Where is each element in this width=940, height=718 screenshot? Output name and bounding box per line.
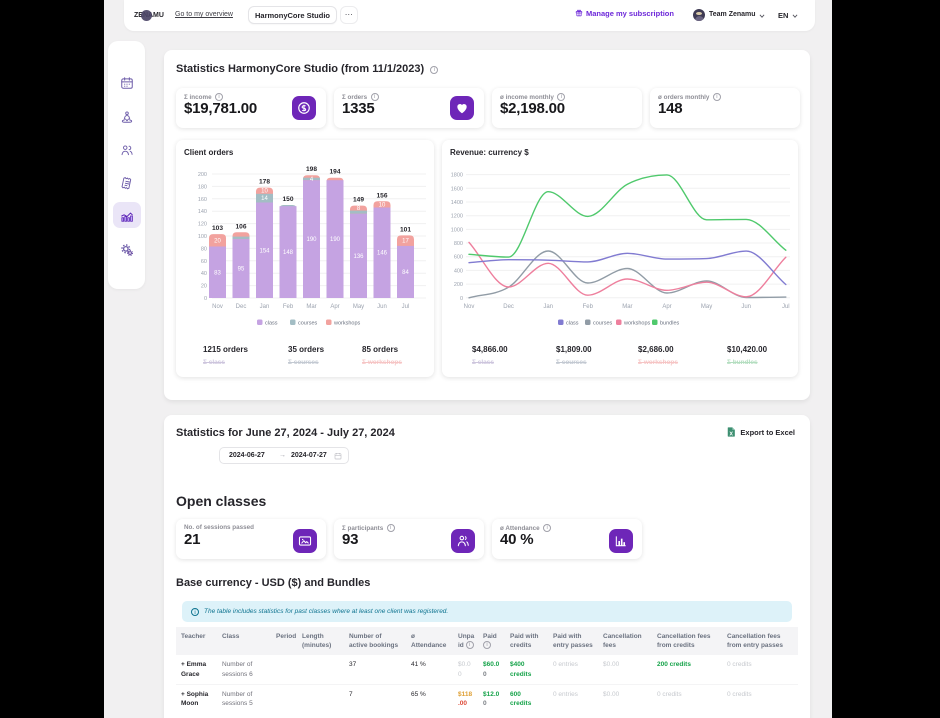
svg-text:198: 198	[306, 166, 317, 173]
svg-text:17: 17	[402, 239, 409, 245]
svg-text:Dec: Dec	[236, 304, 247, 310]
svg-text:1600: 1600	[451, 186, 463, 192]
svg-text:14: 14	[261, 196, 268, 202]
svg-text:156: 156	[376, 192, 387, 199]
svg-text:150: 150	[282, 196, 293, 203]
svg-text:0: 0	[460, 296, 463, 302]
svg-text:May: May	[353, 304, 364, 310]
svg-text:Nov: Nov	[464, 304, 475, 310]
svg-text:Apr: Apr	[330, 304, 339, 310]
svg-text:10: 10	[261, 189, 268, 195]
svg-text:60: 60	[201, 259, 207, 265]
svg-text:Feb: Feb	[283, 304, 294, 310]
svg-text:194: 194	[329, 169, 340, 176]
svg-text:Apr: Apr	[662, 304, 671, 310]
svg-text:95: 95	[238, 267, 245, 273]
svg-text:May: May	[701, 304, 712, 310]
svg-text:160: 160	[198, 197, 207, 203]
svg-text:100: 100	[198, 234, 207, 240]
svg-text:190: 190	[306, 237, 317, 243]
svg-text:Dec: Dec	[503, 304, 514, 310]
svg-text:200: 200	[454, 282, 463, 288]
svg-text:1000: 1000	[451, 227, 463, 233]
svg-text:101: 101	[400, 226, 411, 233]
svg-text:20: 20	[214, 238, 221, 244]
svg-text:80: 80	[201, 246, 207, 252]
svg-text:136: 136	[353, 254, 364, 260]
svg-text:class: class	[265, 321, 278, 327]
svg-text:Nov: Nov	[212, 304, 223, 310]
svg-text:200: 200	[198, 172, 207, 178]
svg-text:class: class	[566, 321, 579, 327]
svg-text:40: 40	[201, 271, 207, 277]
svg-text:103: 103	[212, 225, 223, 232]
svg-text:1200: 1200	[451, 214, 463, 220]
svg-text:0: 0	[204, 296, 207, 302]
svg-text:190: 190	[330, 237, 341, 243]
svg-text:600: 600	[454, 255, 463, 261]
svg-text:Feb: Feb	[583, 304, 594, 310]
svg-text:10: 10	[379, 202, 386, 208]
svg-text:bundles: bundles	[660, 321, 680, 327]
svg-text:Jan: Jan	[543, 304, 553, 310]
svg-text:178: 178	[259, 179, 270, 186]
svg-text:workshops: workshops	[333, 321, 361, 327]
svg-text:1400: 1400	[451, 200, 463, 206]
svg-text:courses: courses	[593, 321, 613, 327]
svg-text:Jun: Jun	[741, 304, 751, 310]
svg-text:180: 180	[198, 184, 207, 190]
svg-text:Jul: Jul	[782, 304, 790, 310]
svg-text:120: 120	[198, 222, 207, 228]
svg-text:154: 154	[259, 248, 270, 254]
svg-text:140: 140	[198, 209, 207, 215]
svg-text:146: 146	[377, 251, 388, 257]
svg-text:149: 149	[353, 197, 364, 204]
svg-text:Jan: Jan	[260, 304, 270, 310]
svg-text:20: 20	[201, 284, 207, 290]
svg-text:1800: 1800	[451, 173, 463, 179]
svg-text:106: 106	[235, 223, 246, 230]
svg-text:Jun: Jun	[377, 304, 387, 310]
svg-text:Mar: Mar	[306, 304, 316, 310]
svg-text:courses: courses	[298, 321, 318, 327]
svg-text:400: 400	[454, 268, 463, 274]
svg-text:148: 148	[283, 250, 294, 256]
svg-text:83: 83	[214, 270, 221, 276]
svg-text:Mar: Mar	[622, 304, 632, 310]
svg-text:800: 800	[454, 241, 463, 247]
svg-text:84: 84	[402, 270, 409, 276]
svg-text:Jul: Jul	[402, 304, 410, 310]
svg-text:workshops: workshops	[623, 321, 651, 327]
